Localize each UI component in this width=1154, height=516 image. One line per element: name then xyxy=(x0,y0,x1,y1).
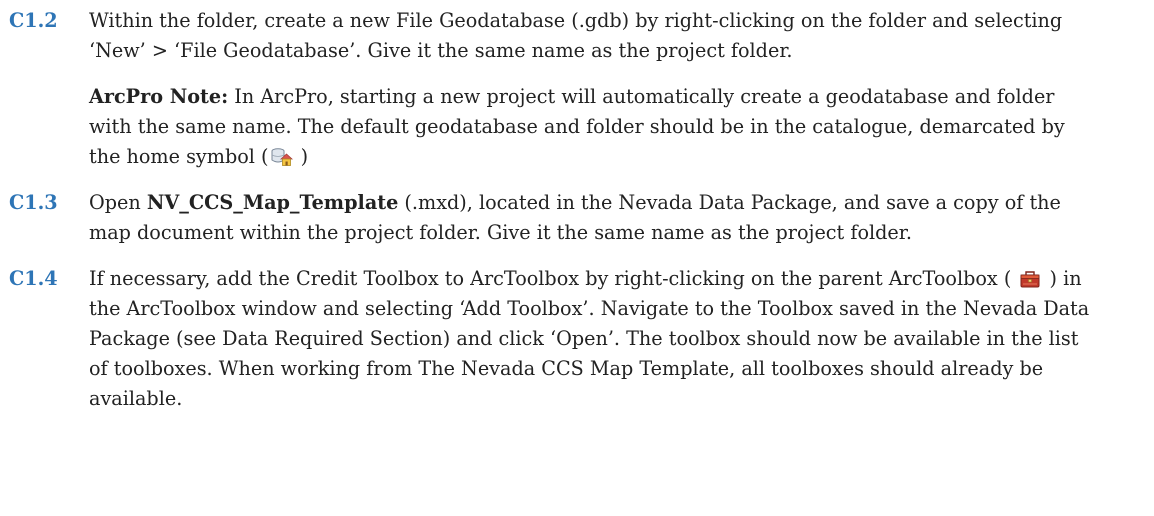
step-body: Within the folder, create a new File Geo… xyxy=(89,6,1099,172)
document-page: C1.2 Within the folder, create a new Fil… xyxy=(0,0,1154,516)
step-number: C1.3 xyxy=(9,191,58,214)
home-geodatabase-icon xyxy=(271,148,293,166)
step-c1-2: C1.2 Within the folder, create a new Fil… xyxy=(0,6,1154,172)
step-text-start: If necessary, add the Credit Toolbox to … xyxy=(89,267,1018,290)
step-number: C1.4 xyxy=(9,267,58,290)
step-text-start: Open xyxy=(89,191,147,214)
arctoolbox-icon xyxy=(1020,271,1040,288)
step-body: Open NV_CCS_Map_Template (.mxd), located… xyxy=(89,188,1099,248)
step-number: C1.2 xyxy=(9,9,58,32)
note-text-end: ) xyxy=(294,145,309,168)
step-c1-3: C1.3 Open NV_CCS_Map_Template (.mxd), lo… xyxy=(0,188,1154,248)
step-text: Open NV_CCS_Map_Template (.mxd), located… xyxy=(89,188,1099,248)
step-text: Within the folder, create a new File Geo… xyxy=(89,9,1063,62)
note-label: ArcPro Note: xyxy=(89,85,229,108)
step-c1-4: C1.4 If necessary, add the Credit Toolbo… xyxy=(0,264,1154,414)
arcpro-note: ArcPro Note: In ArcPro, starting a new p… xyxy=(89,82,1099,172)
note-text: In ArcPro, starting a new project will a… xyxy=(89,85,1065,168)
step-body: If necessary, add the Credit Toolbox to … xyxy=(89,264,1099,414)
map-template-name: NV_CCS_Map_Template xyxy=(146,191,399,214)
step-text: If necessary, add the Credit Toolbox to … xyxy=(89,264,1099,414)
